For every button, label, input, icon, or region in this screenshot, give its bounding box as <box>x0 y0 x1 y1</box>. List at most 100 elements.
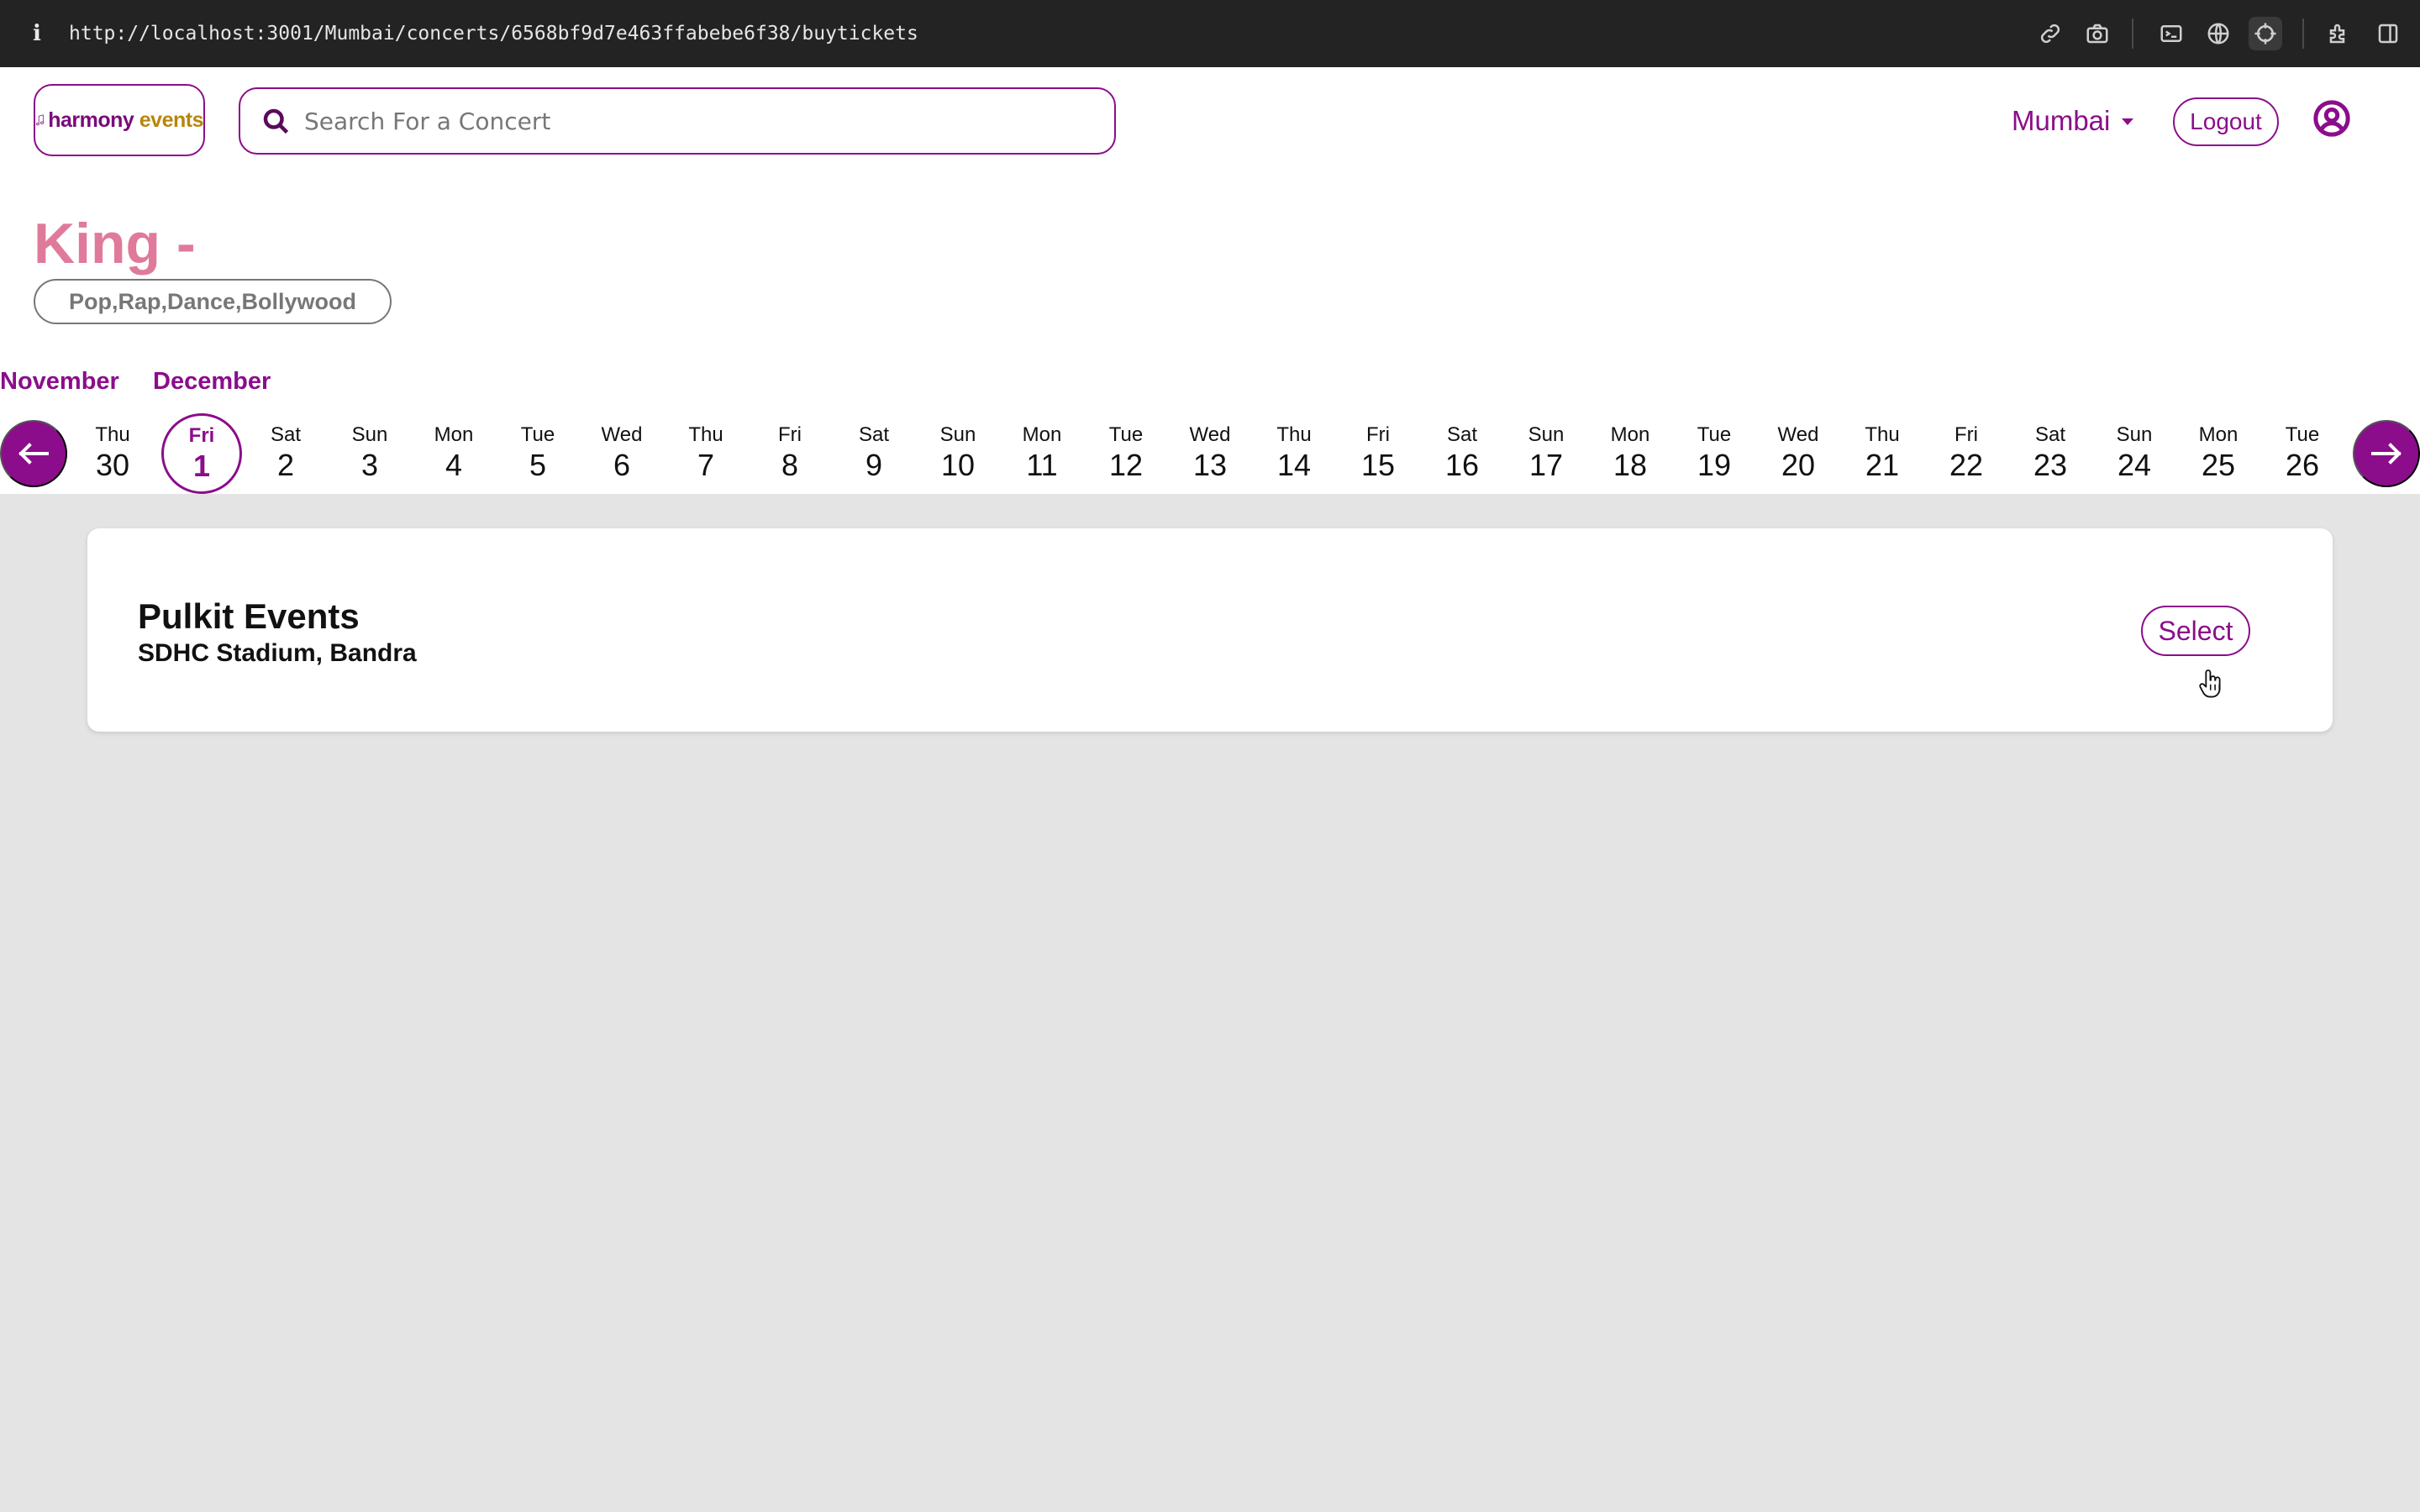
music-note-icon <box>35 114 44 126</box>
date-strip: Thu 30 Fri 1 Sat 2 Sun 3 Mon 4 Tue 5 Wed 6 Thu 7 Fri 8 Sat… <box>0 412 2420 494</box>
day-of-week: Thu <box>688 423 723 446</box>
search-bar[interactable] <box>239 87 1116 155</box>
day-of-week: Wed <box>601 423 643 446</box>
day-number: 21 <box>1865 448 1900 482</box>
date-cell[interactable]: Thu 30 <box>79 412 146 494</box>
next-dates-button[interactable] <box>2353 420 2420 487</box>
date-cell[interactable]: Wed 20 <box>1765 412 1832 494</box>
day-number: 4 <box>445 448 463 482</box>
date-cell[interactable]: Sun 10 <box>924 412 992 494</box>
day-number: 19 <box>1697 448 1732 482</box>
date-cell[interactable]: Sun 24 <box>2101 412 2168 494</box>
prev-dates-button[interactable] <box>0 420 67 487</box>
date-cell[interactable]: Fri 8 <box>756 412 823 494</box>
day-of-week: Wed <box>1189 423 1231 446</box>
venue-name: SDHC Stadium, Bandra <box>138 639 417 667</box>
day-of-week: Sat <box>270 423 302 446</box>
day-number: 15 <box>1360 448 1396 482</box>
day-number: 13 <box>1192 448 1228 482</box>
day-number: 25 <box>2201 448 2236 482</box>
day-of-week: Fri <box>188 424 215 447</box>
globe-icon[interactable] <box>2202 17 2235 50</box>
date-cell[interactable]: Mon 18 <box>1597 412 1664 494</box>
day-number: 1 <box>192 449 211 483</box>
day-of-week: Sun <box>1528 423 1565 446</box>
day-of-week: Thu <box>1276 423 1312 446</box>
day-of-week: Mon <box>434 423 474 446</box>
day-number: 23 <box>2033 448 2068 482</box>
date-cell[interactable]: Tue 5 <box>504 412 571 494</box>
day-number: 11 <box>1026 448 1058 482</box>
month-label-december: December <box>153 368 271 395</box>
date-cell[interactable]: Sat 16 <box>1428 412 1496 494</box>
date-cell[interactable]: Wed 6 <box>588 412 655 494</box>
logout-button[interactable]: Logout <box>2173 97 2279 146</box>
date-cell[interactable]: Fri 15 <box>1344 412 1412 494</box>
date-cell[interactable]: Thu 21 <box>1849 412 1916 494</box>
day-of-week: Sun <box>939 423 976 446</box>
search-icon <box>263 108 289 134</box>
day-number: 10 <box>940 448 976 482</box>
city-label: Mumbai <box>2012 105 2111 136</box>
header-area: harmony events Mumbai Logout King - Pop,… <box>0 67 2420 494</box>
date-cell[interactable]: Tue 19 <box>1681 412 1748 494</box>
day-number: 17 <box>1528 448 1564 482</box>
day-of-week: Sun <box>351 423 388 446</box>
date-cell[interactable]: Sat 9 <box>840 412 908 494</box>
arrow-right-icon <box>2371 443 2402 465</box>
extensions-icon[interactable] <box>2323 17 2356 50</box>
search-input[interactable] <box>304 107 1094 135</box>
day-of-week: Tue <box>1697 423 1732 446</box>
day-number: 14 <box>1276 448 1312 482</box>
user-account-icon[interactable] <box>2312 99 2351 138</box>
day-number: 30 <box>95 448 130 482</box>
day-of-week: Wed <box>1777 423 1819 446</box>
day-number: 6 <box>613 448 631 482</box>
day-of-week: Fri <box>1366 423 1390 446</box>
day-number: 24 <box>2117 448 2152 482</box>
genre-badge: Pop,Rap,Dance,Bollywood <box>34 279 392 324</box>
date-cell[interactable]: Wed 13 <box>1176 412 1244 494</box>
logo-text: harmony events <box>48 108 203 133</box>
city-dropdown[interactable]: Mumbai <box>2012 102 2134 139</box>
day-number: 18 <box>1612 448 1648 482</box>
date-cell[interactable]: Fri 22 <box>1933 412 2000 494</box>
day-of-week: Tue <box>1108 423 1144 446</box>
date-cell[interactable]: Sat 2 <box>252 412 319 494</box>
day-number: 20 <box>1781 448 1816 482</box>
toolbar-divider <box>2132 18 2133 49</box>
day-number: 8 <box>781 448 799 482</box>
camera-icon[interactable] <box>2081 17 2114 50</box>
logo-word-harmony: harmony <box>48 108 134 132</box>
date-cell[interactable]: Sun 17 <box>1512 412 1580 494</box>
date-cell[interactable]: Sun 3 <box>336 412 403 494</box>
crosshair-icon[interactable] <box>2249 17 2282 50</box>
date-cell[interactable]: Mon 4 <box>420 412 487 494</box>
select-button[interactable]: Select <box>2141 606 2250 656</box>
month-label-november: November <box>0 368 119 395</box>
day-of-week: Sat <box>2034 423 2066 446</box>
day-of-week: Thu <box>1865 423 1900 446</box>
day-number: 2 <box>276 448 295 482</box>
date-cell[interactable]: Sat 23 <box>2017 412 2084 494</box>
day-of-week: Sun <box>2116 423 2153 446</box>
date-cell[interactable]: Thu 7 <box>672 412 739 494</box>
date-cell[interactable]: Tue 26 <box>2269 412 2336 494</box>
day-number: 3 <box>360 448 379 482</box>
day-of-week: Tue <box>2285 423 2320 446</box>
concert-title: King - <box>34 212 196 276</box>
sidebar-toggle-icon[interactable] <box>2371 17 2405 50</box>
day-number: 16 <box>1444 448 1480 482</box>
hand-cursor-icon <box>2199 669 2221 698</box>
terminal-icon[interactable] <box>2154 17 2188 50</box>
site-info-icon[interactable]: i <box>29 18 45 49</box>
date-cell[interactable]: Mon 25 <box>2185 412 2252 494</box>
date-cell[interactable]: Thu 14 <box>1260 412 1328 494</box>
date-cell-selected[interactable]: Fri 1 <box>161 413 242 494</box>
harmony-events-logo[interactable]: harmony events <box>34 84 205 156</box>
day-number: 26 <box>2285 448 2320 482</box>
link-icon[interactable] <box>2033 17 2067 50</box>
date-cell[interactable]: Tue 12 <box>1092 412 1160 494</box>
address-bar[interactable]: http://localhost:3001/Mumbai/concerts/65… <box>69 18 918 49</box>
date-cell[interactable]: Mon 11 <box>1008 412 1076 494</box>
